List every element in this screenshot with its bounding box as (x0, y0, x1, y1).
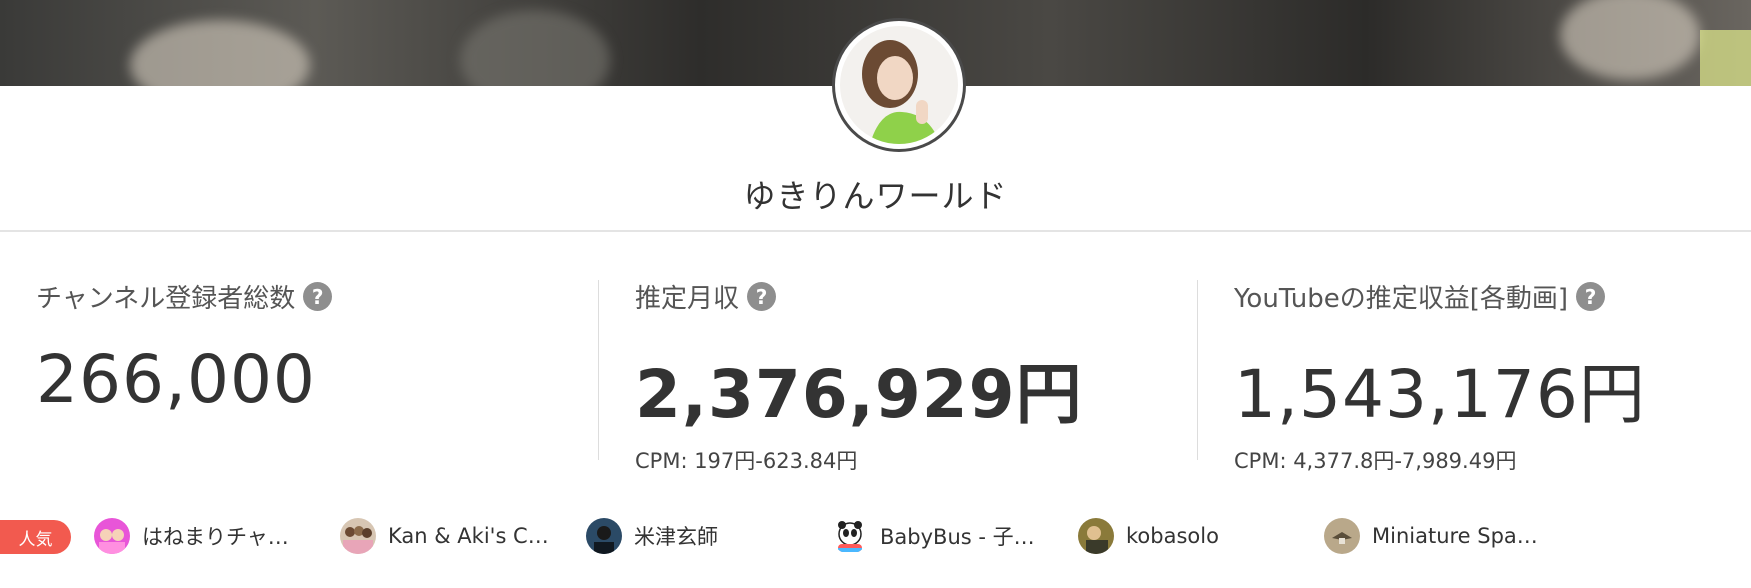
video-revenue-value: 1,543,176円 (1234, 356, 1646, 433)
avatar-photo-icon (840, 26, 958, 144)
stat-divider (598, 280, 599, 460)
miniature-avatar-icon (1324, 518, 1360, 554)
stat-divider (1197, 280, 1198, 460)
video-revenue-stat: YouTubeの推定収益[各動画] ? 1,543,176円 CPM: 4,37… (1234, 278, 1646, 475)
related-channel-name: はねまりチャ… (142, 525, 289, 549)
kobasolo-avatar-icon (1078, 518, 1114, 554)
related-channels-row: 人気 はねまりチャ… Kan & Aki's C… 米津玄師 BabyBus -… (0, 516, 1751, 556)
channel-name: ゆきりんワールド (743, 177, 1008, 215)
monthly-income-stat: 推定月収 ? 2,376,929円 CPM: 197円-623.84円 (635, 278, 1083, 475)
header-divider (0, 230, 1751, 232)
related-channel-name: Miniature Spa… (1372, 524, 1538, 548)
related-channel-name: 米津玄師 (634, 525, 718, 549)
help-icon[interactable]: ? (1576, 282, 1606, 311)
panda-avatar-icon (832, 518, 868, 554)
related-channel-item[interactable]: Miniature Spa… (1324, 516, 1538, 556)
related-channel-item[interactable]: 米津玄師 (586, 516, 718, 556)
related-channel-name: BabyBus - 子… (880, 525, 1035, 549)
related-channel-item[interactable]: Kan & Aki's C… (340, 516, 549, 556)
kan-aki-avatar-icon (340, 518, 376, 554)
monthly-income-cpm: CPM: 197円-623.84円 (635, 449, 858, 473)
haneMari-avatar-icon (94, 518, 130, 554)
video-revenue-label: YouTubeの推定収益[各動画] (1234, 284, 1569, 314)
subscriber-stat: チャンネル登録者総数 ? 266,000 (36, 278, 333, 418)
help-icon[interactable]: ? (303, 282, 333, 311)
related-channel-name: kobasolo (1126, 524, 1219, 548)
yonezu-avatar-icon (586, 518, 622, 554)
subscriber-count: 266,000 (36, 341, 316, 418)
channel-avatar[interactable] (832, 18, 966, 152)
monthly-income-label: 推定月収 (635, 284, 740, 314)
video-revenue-cpm: CPM: 4,377.8円-7,989.49円 (1234, 449, 1517, 473)
related-channel-item[interactable]: BabyBus - 子… (832, 516, 1035, 556)
subscriber-label: チャンネル登録者総数 (36, 284, 296, 314)
popular-badge: 人気 (0, 520, 71, 554)
monthly-income-value: 2,376,929円 (635, 356, 1083, 433)
related-channel-item[interactable]: kobasolo (1078, 516, 1219, 556)
related-channel-name: Kan & Aki's C… (388, 524, 549, 548)
help-icon[interactable]: ? (747, 282, 777, 311)
related-channel-item[interactable]: はねまりチャ… (94, 516, 289, 556)
